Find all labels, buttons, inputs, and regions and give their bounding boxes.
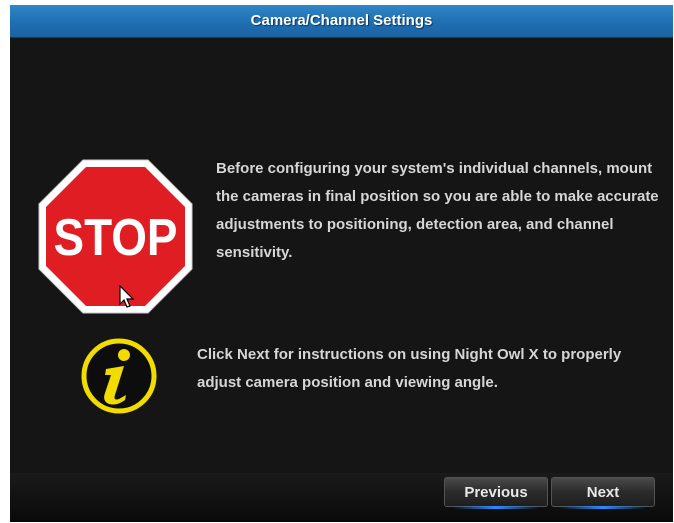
button-glow <box>560 506 646 509</box>
configure-warning-text: Before configuring your system's individ… <box>216 160 659 261</box>
stop-sign-text: STOP <box>54 209 178 267</box>
previous-button[interactable]: Previous <box>444 477 548 509</box>
next-button-label: Next <box>586 484 620 501</box>
button-glow <box>453 506 539 509</box>
camera-channel-settings-dialog: Camera/Channel Settings STOP Before conf… <box>10 5 673 522</box>
stop-sign-icon: STOP <box>38 159 193 314</box>
info-icon <box>81 338 157 414</box>
next-button[interactable]: Next <box>551 477 655 509</box>
dialog-title: Camera/Channel Settings <box>10 5 673 38</box>
next-hint-text: Click Next for instructions on using Nig… <box>197 346 622 391</box>
mouse-cursor-icon <box>119 285 135 308</box>
previous-button-label: Previous <box>464 484 528 501</box>
